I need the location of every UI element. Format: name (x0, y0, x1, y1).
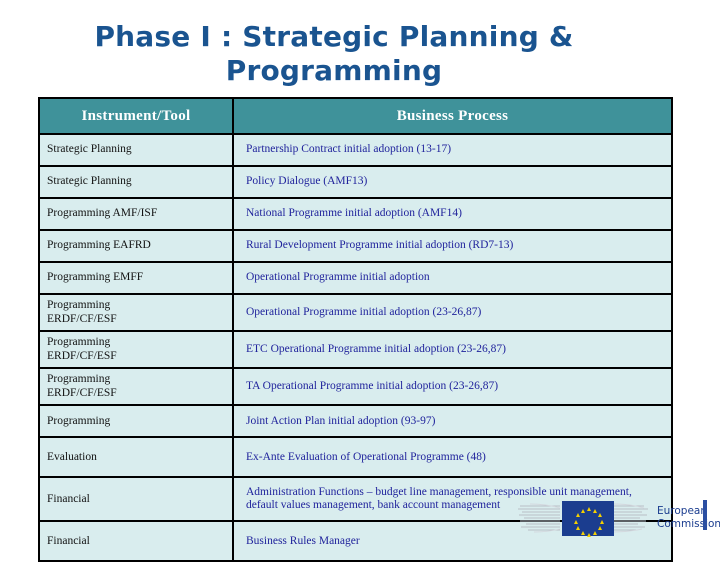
cell-instrument: Programming ERDF/CF/ESF (38, 330, 234, 370)
cell-instrument: Programming ERDF/CF/ESF (38, 292, 234, 333)
logo-stripes-left-icon (518, 503, 561, 533)
cell-instrument: Programming EMFF (38, 261, 234, 295)
table-row: Programming ERDF/CF/ESF ETC Operational … (38, 330, 673, 370)
table-row: Programming EAFRD Rural Development Prog… (38, 229, 673, 263)
table-header-row: Instrument/Tool Business Process (38, 97, 673, 135)
cell-process: Operational Programme initial adoption (232, 261, 673, 295)
cell-instrument: Financial (38, 520, 234, 562)
table-row: Programming AMF/ISF National Programme i… (38, 197, 673, 231)
cell-process: Partnership Contract initial adoption (1… (232, 133, 673, 167)
logo-accent-bar (703, 500, 707, 530)
column-header-instrument-tool: Instrument/Tool (38, 97, 234, 135)
table-row: Strategic Planning Partnership Contract … (38, 133, 673, 167)
european-commission-label: European Commission (657, 504, 720, 530)
cell-process: Operational Programme initial adoption (… (232, 292, 673, 333)
cell-process: TA Operational Programme initial adoptio… (232, 367, 673, 407)
table-row: Programming EMFF Operational Programme i… (38, 261, 673, 295)
table-row: Evaluation Ex-Ante Evaluation of Operati… (38, 436, 673, 479)
cell-process: Policy Dialogue (AMF13) (232, 165, 673, 199)
cell-instrument: Financial (38, 476, 234, 523)
cell-process: Joint Action Plan initial adoption (93-9… (232, 404, 673, 439)
cell-instrument: Strategic Planning (38, 133, 234, 167)
eu-flag-icon (562, 500, 614, 537)
cell-process: ETC Operational Programme initial adopti… (232, 330, 673, 370)
cell-instrument: Programming ERDF/CF/ESF (38, 367, 234, 407)
cell-instrument: Programming (38, 404, 234, 439)
column-header-business-process: Business Process (232, 97, 673, 135)
cell-process: National Programme initial adoption (AMF… (232, 197, 673, 231)
table-row: Programming Joint Action Plan initial ad… (38, 404, 673, 439)
cell-process: Ex-Ante Evaluation of Operational Progra… (232, 436, 673, 479)
cell-process: Rural Development Programme initial adop… (232, 229, 673, 263)
business-process-table: Instrument/Tool Business Process Strateg… (38, 97, 673, 562)
table-row: Programming ERDF/CF/ESF TA Operational P… (38, 367, 673, 407)
logo-stripes-right-icon (614, 503, 648, 533)
cell-instrument: Strategic Planning (38, 165, 234, 199)
cell-instrument: Evaluation (38, 436, 234, 479)
table-row: Programming ERDF/CF/ESF Operational Prog… (38, 292, 673, 333)
european-commission-logo: European Commission (518, 498, 720, 538)
page-title: Phase I : Strategic Planning & Programmi… (94, 20, 574, 88)
table-row: Strategic Planning Policy Dialogue (AMF1… (38, 165, 673, 199)
cell-instrument: Programming AMF/ISF (38, 197, 234, 231)
cell-instrument: Programming EAFRD (38, 229, 234, 263)
